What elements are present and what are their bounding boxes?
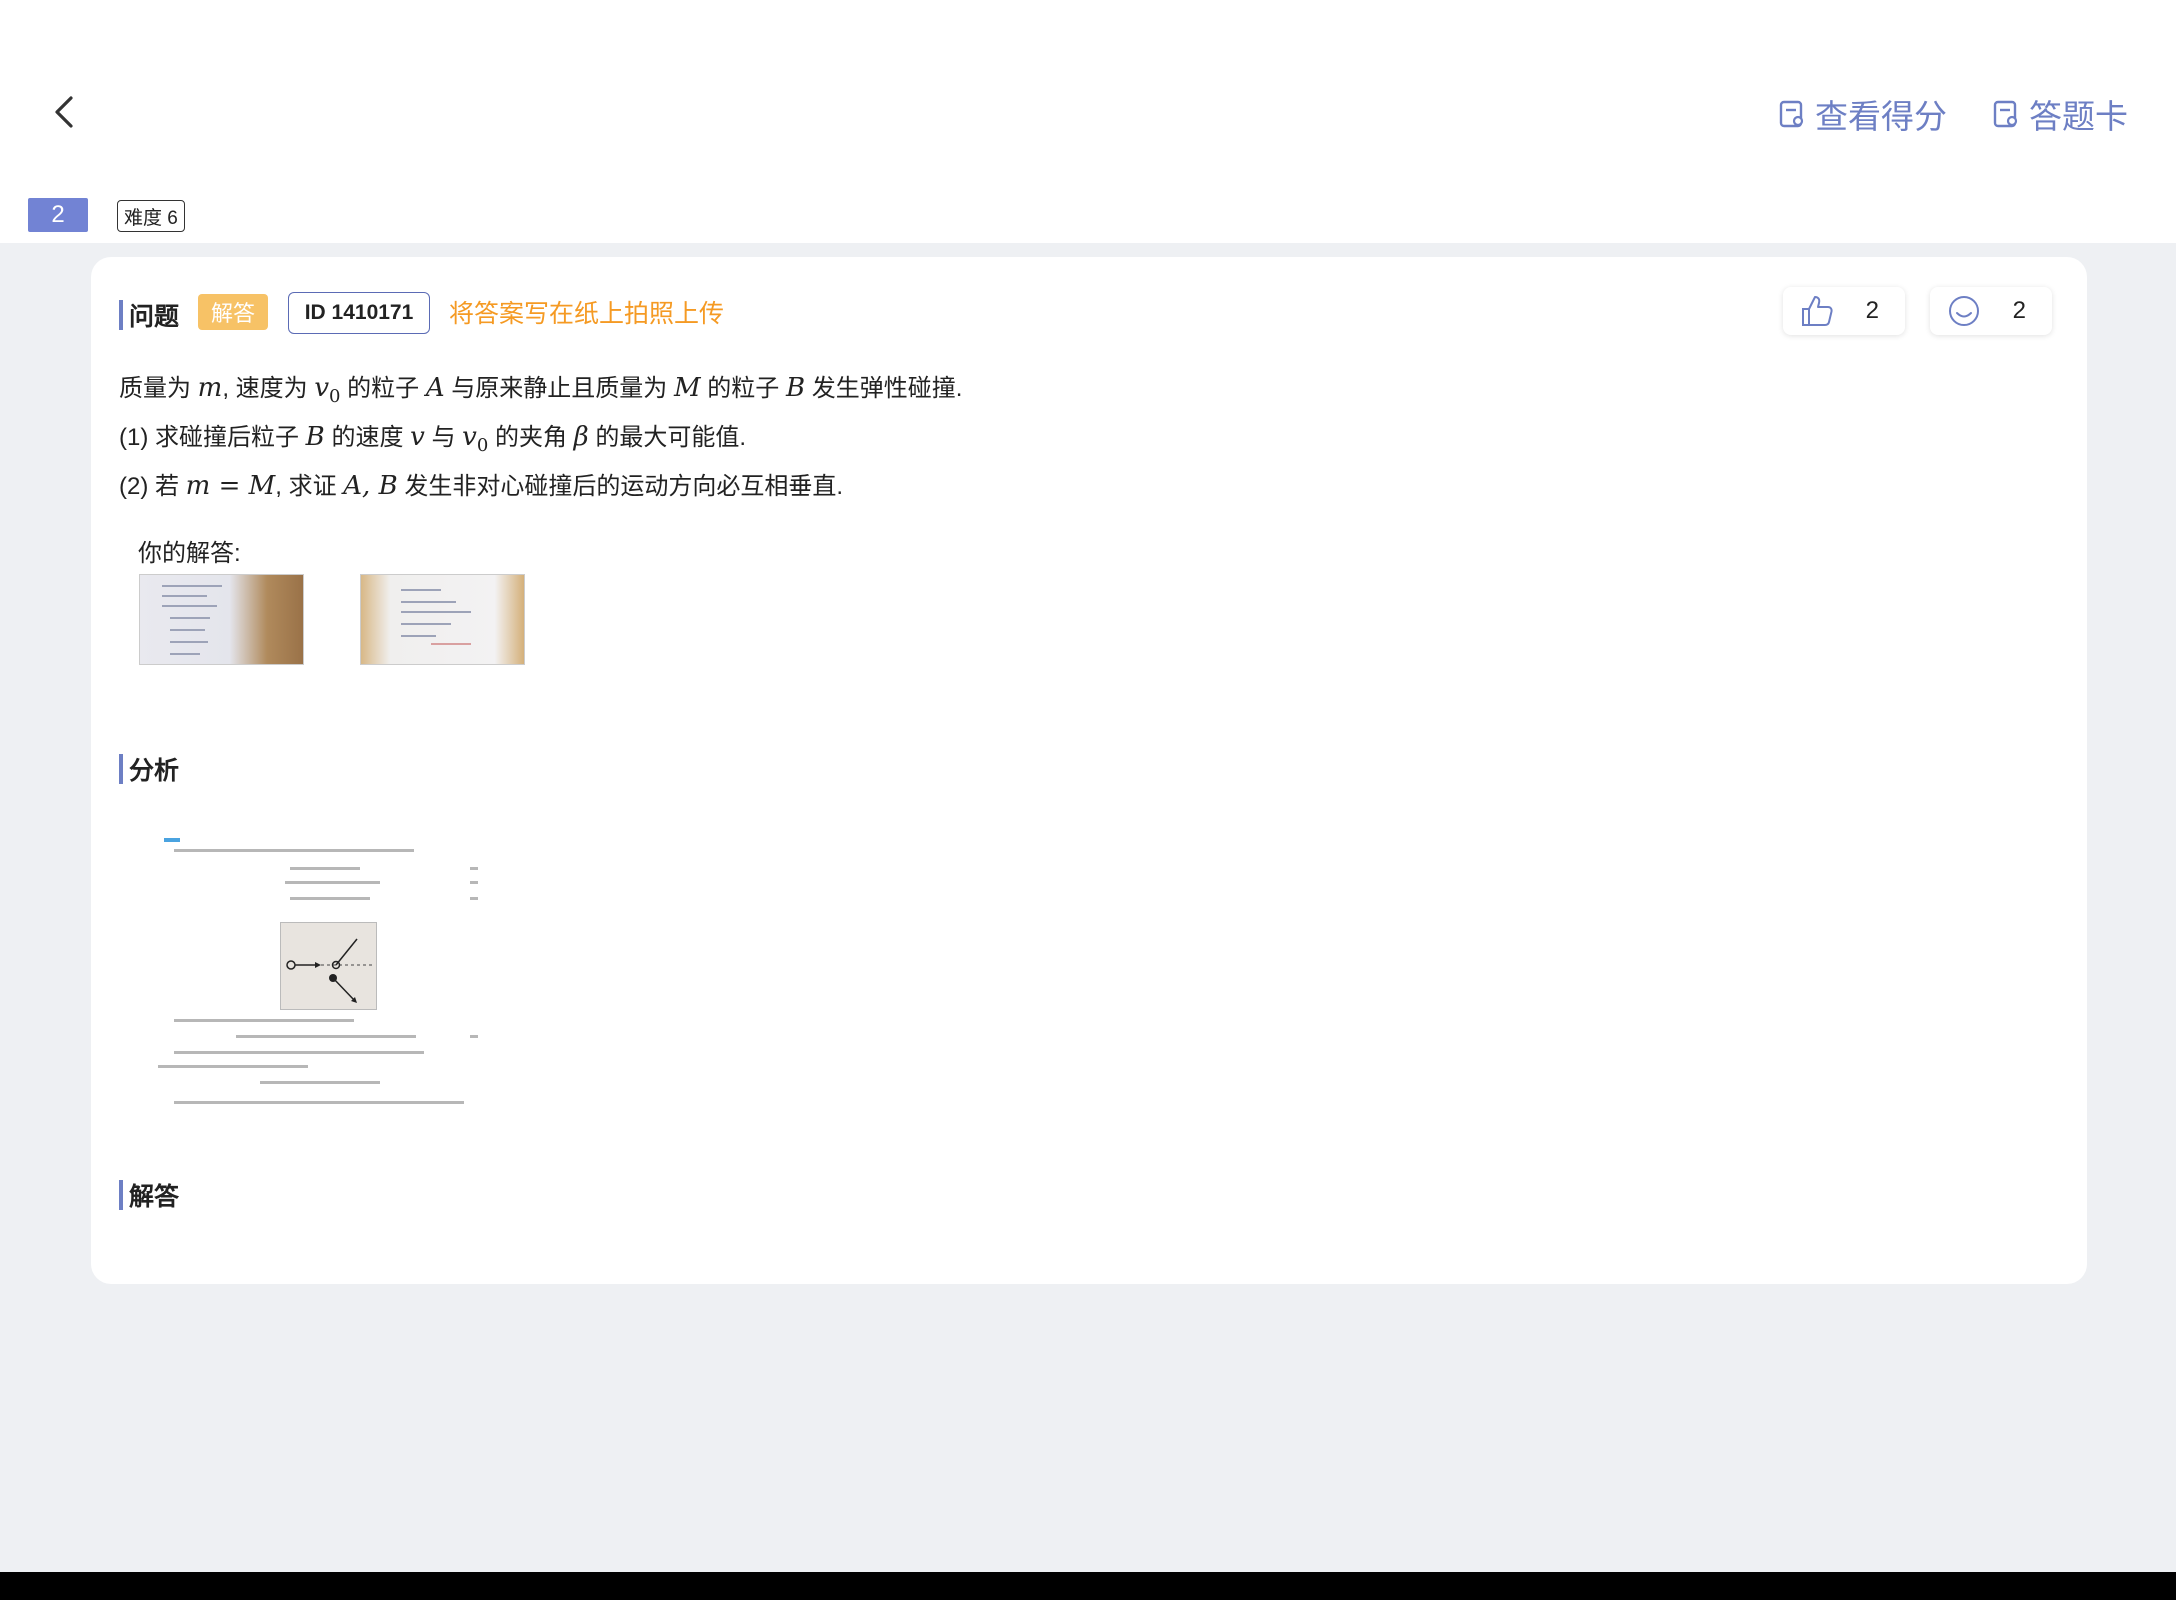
text-run: 与原来静止且质量为 <box>444 375 674 402</box>
question-line-2: (1) 求碰撞后粒子 B 的速度 v 与 v0 的夹角 β 的最大可能值. <box>119 413 2019 462</box>
text-run: 的最大可能值. <box>588 424 747 451</box>
like-button[interactable]: 2 <box>1783 287 1905 335</box>
math-m: m <box>197 373 223 403</box>
text-run: 的粒子 <box>340 375 426 402</box>
answer-photo-thumbnail[interactable] <box>139 574 304 665</box>
section-accent-bar <box>119 754 123 784</box>
text-run: 与 <box>424 424 463 451</box>
text-run: , 求证 <box>275 473 344 500</box>
collision-figure <box>280 922 377 1010</box>
your-answer-label: 你的解答: <box>138 540 241 567</box>
text-run: (2) 若 <box>119 473 186 500</box>
comment-count: 2 <box>2012 297 2026 324</box>
question-id-tag[interactable]: ID 1410171 <box>288 292 430 334</box>
view-score-button[interactable]: 查看得分 <box>1777 90 1947 138</box>
question-section-title: 问题 <box>119 297 179 333</box>
header-actions: 查看得分 答题卡 <box>1777 92 2128 136</box>
text-run: 质量为 <box>119 375 198 402</box>
solution-section-label: 解答 <box>129 1183 180 1211</box>
chevron-left-icon <box>55 96 73 128</box>
top-bar: 查看得分 答题卡 2 难度 6 <box>0 0 2176 243</box>
text-run: 的夹角 <box>488 424 574 451</box>
section-accent-bar <box>119 300 123 330</box>
text-run: 的粒子 <box>700 375 786 402</box>
document-icon <box>1993 100 2018 128</box>
question-text: 质量为 m, 速度为 v0 的粒子 A 与原来静止且质量为 M 的粒子 B 发生… <box>119 364 2019 511</box>
text-run: 的速度 <box>324 424 411 451</box>
math-A-B: A, B <box>343 471 398 501</box>
answer-card-label: 答题卡 <box>2029 98 2128 135</box>
analysis-image[interactable] <box>140 829 500 1129</box>
math-m-eq-M: m = M <box>185 471 276 501</box>
math-v0: v0 <box>462 422 489 457</box>
type-tag: 解答 <box>198 294 268 330</box>
text-run: (1) 求碰撞后粒子 <box>119 424 306 451</box>
view-score-label: 查看得分 <box>1815 98 1947 135</box>
math-A: A <box>425 373 445 403</box>
math-beta: β <box>573 422 589 452</box>
text-run: , 速度为 <box>222 375 315 402</box>
question-line-3: (2) 若 m = M, 求证 A, B 发生非对心碰撞后的运动方向必互相垂直. <box>119 462 2019 511</box>
math-M: M <box>673 373 701 403</box>
system-nav-bar <box>0 1572 2176 1600</box>
math-v: v <box>410 422 425 452</box>
back-button[interactable] <box>46 92 86 132</box>
thumb-up-icon <box>1802 296 1833 326</box>
text-run: 发生非对心碰撞后的运动方向必互相垂直. <box>397 473 844 500</box>
answer-card-button[interactable]: 答题卡 <box>1991 90 2128 138</box>
difficulty-badge: 难度 6 <box>117 200 185 232</box>
upload-hint: 将答案写在纸上拍照上传 <box>449 300 725 328</box>
smiley-icon <box>1949 296 1979 326</box>
math-B: B <box>305 422 325 452</box>
math-B: B <box>785 373 806 403</box>
question-number-badge[interactable]: 2 <box>28 198 88 232</box>
analysis-section-label: 分析 <box>129 757 180 785</box>
question-card: 问题 解答 ID 1410171 将答案写在纸上拍照上传 2 2 质量为 m, … <box>91 257 2087 1284</box>
text-run: 发生弹性碰撞. <box>805 375 963 402</box>
solution-section-title: 解答 <box>119 1177 179 1213</box>
math-v0: v0 <box>314 373 341 408</box>
analysis-section-title: 分析 <box>119 751 179 787</box>
comment-button[interactable]: 2 <box>1930 287 2052 335</box>
document-icon <box>1779 100 1804 128</box>
answer-photo-thumbnail[interactable] <box>360 574 525 665</box>
question-section-label: 问题 <box>129 303 180 331</box>
section-accent-bar <box>119 1180 123 1210</box>
question-line-1: 质量为 m, 速度为 v0 的粒子 A 与原来静止且质量为 M 的粒子 B 发生… <box>119 364 2019 413</box>
math-v0-text: v0 <box>314 373 341 408</box>
like-count: 2 <box>1865 297 1879 324</box>
